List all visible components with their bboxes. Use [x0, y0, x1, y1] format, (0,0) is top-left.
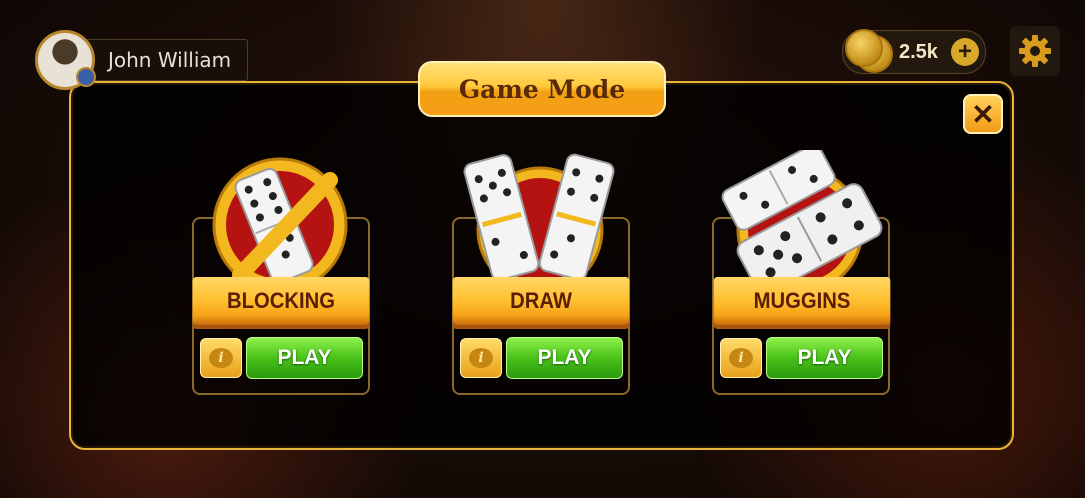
play-button-draw[interactable]: PLAY — [506, 337, 623, 379]
mode-label-muggins: MUGGINS — [713, 277, 891, 325]
add-coins-button[interactable]: + — [951, 38, 979, 66]
close-icon: ✕ — [971, 98, 995, 130]
draw-domino-icon — [463, 153, 615, 280]
dialog-title-tab: Game Mode — [418, 61, 666, 117]
mode-label-blocking: BLOCKING — [192, 277, 370, 325]
blocking-domino-icon — [212, 157, 348, 280]
coin-balance: 2.5k + — [841, 27, 986, 75]
facebook-badge-icon — [76, 67, 96, 87]
close-button[interactable]: ✕ — [963, 94, 1003, 134]
info-button-draw[interactable]: i — [460, 338, 502, 378]
info-icon: i — [469, 348, 493, 368]
info-button-blocking[interactable]: i — [200, 338, 242, 378]
avatar[interactable] — [35, 30, 96, 90]
coin-icon — [841, 27, 893, 75]
dialog-title: Game Mode — [458, 74, 626, 104]
info-icon: i — [729, 348, 753, 368]
gear-icon — [1019, 35, 1051, 67]
info-icon: i — [209, 348, 233, 368]
play-button-muggins[interactable]: PLAY — [766, 337, 883, 379]
play-button-blocking[interactable]: PLAY — [246, 337, 363, 379]
player-name: John William — [83, 39, 249, 81]
muggins-domino-icon — [721, 150, 883, 280]
settings-button[interactable] — [1010, 26, 1060, 76]
coin-amount: 2.5k — [899, 40, 938, 63]
info-button-muggins[interactable]: i — [720, 338, 762, 378]
mode-label-draw: DRAW — [452, 277, 630, 325]
